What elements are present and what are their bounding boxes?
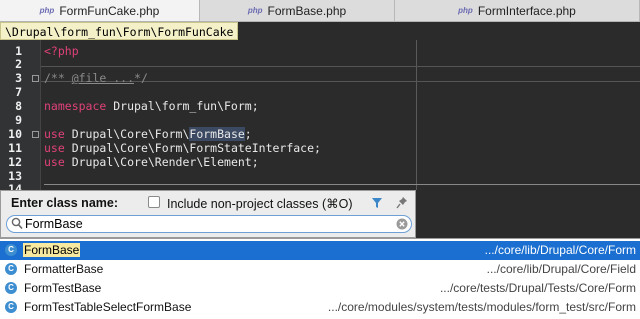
- include-non-project-checkbox[interactable]: [148, 196, 160, 208]
- line-number: 2: [15, 57, 22, 71]
- editor-tab-bar: php FormFunCake.php php FormBase.php php…: [0, 0, 640, 22]
- class-icon: C: [5, 282, 17, 294]
- class-icon: C: [5, 263, 17, 275]
- keyword-namespace: namespace: [44, 99, 107, 113]
- semicolon: ;: [244, 127, 252, 141]
- doc-comment-folded[interactable]: @file ...: [72, 71, 134, 85]
- code-line-10: use Drupal\Core\Form\FormBase;: [44, 127, 252, 141]
- doc-comment-open: /**: [44, 71, 72, 85]
- pin-icon[interactable]: [396, 196, 408, 209]
- doc-comment-close: */: [134, 71, 148, 85]
- line-number: 7: [15, 85, 22, 99]
- goto-class-popup: Enter class name: Include non-project cl…: [0, 190, 416, 238]
- result-row[interactable]: C FormatterBase .../core/lib/Drupal/Core…: [0, 260, 640, 279]
- highlighted-identifier: FormBase: [189, 127, 245, 141]
- popup-title: Enter class name:: [11, 196, 118, 210]
- search-icon: [11, 217, 23, 230]
- php-file-icon: php: [247, 6, 263, 15]
- namespace-path: Drupal\form_fun\Form;: [106, 99, 259, 113]
- tab-formfuncake[interactable]: php FormFunCake.php: [0, 0, 200, 21]
- line-number: 11: [8, 141, 22, 155]
- result-class-name: FormBase: [23, 243, 81, 257]
- result-class-name: FormatterBase: [24, 262, 104, 276]
- result-path: .../core/tests/Drupal/Tests/Core/Form: [439, 281, 636, 295]
- right-margin-guide: [416, 40, 417, 190]
- class-search-field[interactable]: [6, 215, 412, 233]
- line-number: 3: [15, 71, 22, 85]
- code-line-12: use Drupal\Core\Render\Element;: [44, 155, 259, 169]
- tab-label: FormInterface.php: [477, 3, 576, 18]
- use-path: Drupal\Core\Form\: [64, 127, 190, 141]
- keyword-use: use: [44, 127, 65, 141]
- keyword-use: use: [44, 141, 65, 155]
- fold-toggle-icon[interactable]: [32, 131, 39, 138]
- fold-toggle-icon[interactable]: [32, 75, 39, 82]
- class-results-list: C FormBase .../core/lib/Drupal/Core/Form…: [0, 238, 640, 319]
- result-path: .../core/modules/system/tests/modules/fo…: [327, 300, 636, 314]
- tab-forminterface[interactable]: php FormInterface.php: [395, 0, 640, 21]
- class-icon: C: [5, 301, 17, 313]
- code-line-3: /** @file ...*/: [44, 71, 148, 85]
- result-class-name: FormTestBase: [24, 281, 102, 295]
- use-path: Drupal\Core\Form\FormStateInterface;: [64, 141, 321, 155]
- use-path: Drupal\Core\Render\Element;: [64, 155, 259, 169]
- php-file-icon: php: [458, 6, 473, 15]
- php-file-icon: php: [39, 6, 55, 15]
- line-number: 10: [8, 127, 22, 141]
- line-number: 1: [15, 44, 22, 58]
- separator-line: [44, 184, 640, 185]
- filter-icon[interactable]: [371, 197, 383, 209]
- line-number: 12: [8, 155, 22, 169]
- result-row[interactable]: C FormBase .../core/lib/Drupal/Core/Form: [0, 241, 640, 260]
- class-search-input[interactable]: [25, 217, 375, 231]
- code-editor[interactable]: 1 2 3 7 8 9 10 11 12 13 14 <?php /** @fi…: [0, 40, 640, 196]
- result-class-name: FormTestTableSelectFormBase: [24, 300, 192, 314]
- include-non-project-label[interactable]: Include non-project classes (⌘O): [167, 196, 353, 211]
- tab-label: FormFunCake.php: [59, 3, 160, 18]
- tab-label: FormBase.php: [267, 3, 347, 18]
- result-path: .../core/lib/Drupal/Core/Field: [486, 262, 636, 276]
- line-number: 8: [15, 99, 22, 113]
- result-row[interactable]: C FormTestTableSelectFormBase .../core/m…: [0, 298, 640, 317]
- class-icon: C: [5, 244, 17, 256]
- keyword-use: use: [44, 155, 65, 169]
- code-line-8: namespace Drupal\form_fun\Form;: [44, 99, 259, 113]
- clear-search-icon[interactable]: [396, 218, 408, 230]
- breadcrumb: \Drupal\form_fun\Form\FormFunCake: [0, 22, 239, 40]
- line-number: 13: [8, 169, 22, 183]
- line-number: 9: [15, 113, 22, 127]
- tab-formbase[interactable]: php FormBase.php: [200, 0, 395, 21]
- result-path: .../core/lib/Drupal/Core/Form: [484, 243, 636, 257]
- result-row[interactable]: C FormTestBase .../core/tests/Drupal/Tes…: [0, 279, 640, 298]
- code-line-1: <?php: [44, 44, 79, 58]
- code-line-11: use Drupal\Core\Form\FormStateInterface;: [44, 141, 321, 155]
